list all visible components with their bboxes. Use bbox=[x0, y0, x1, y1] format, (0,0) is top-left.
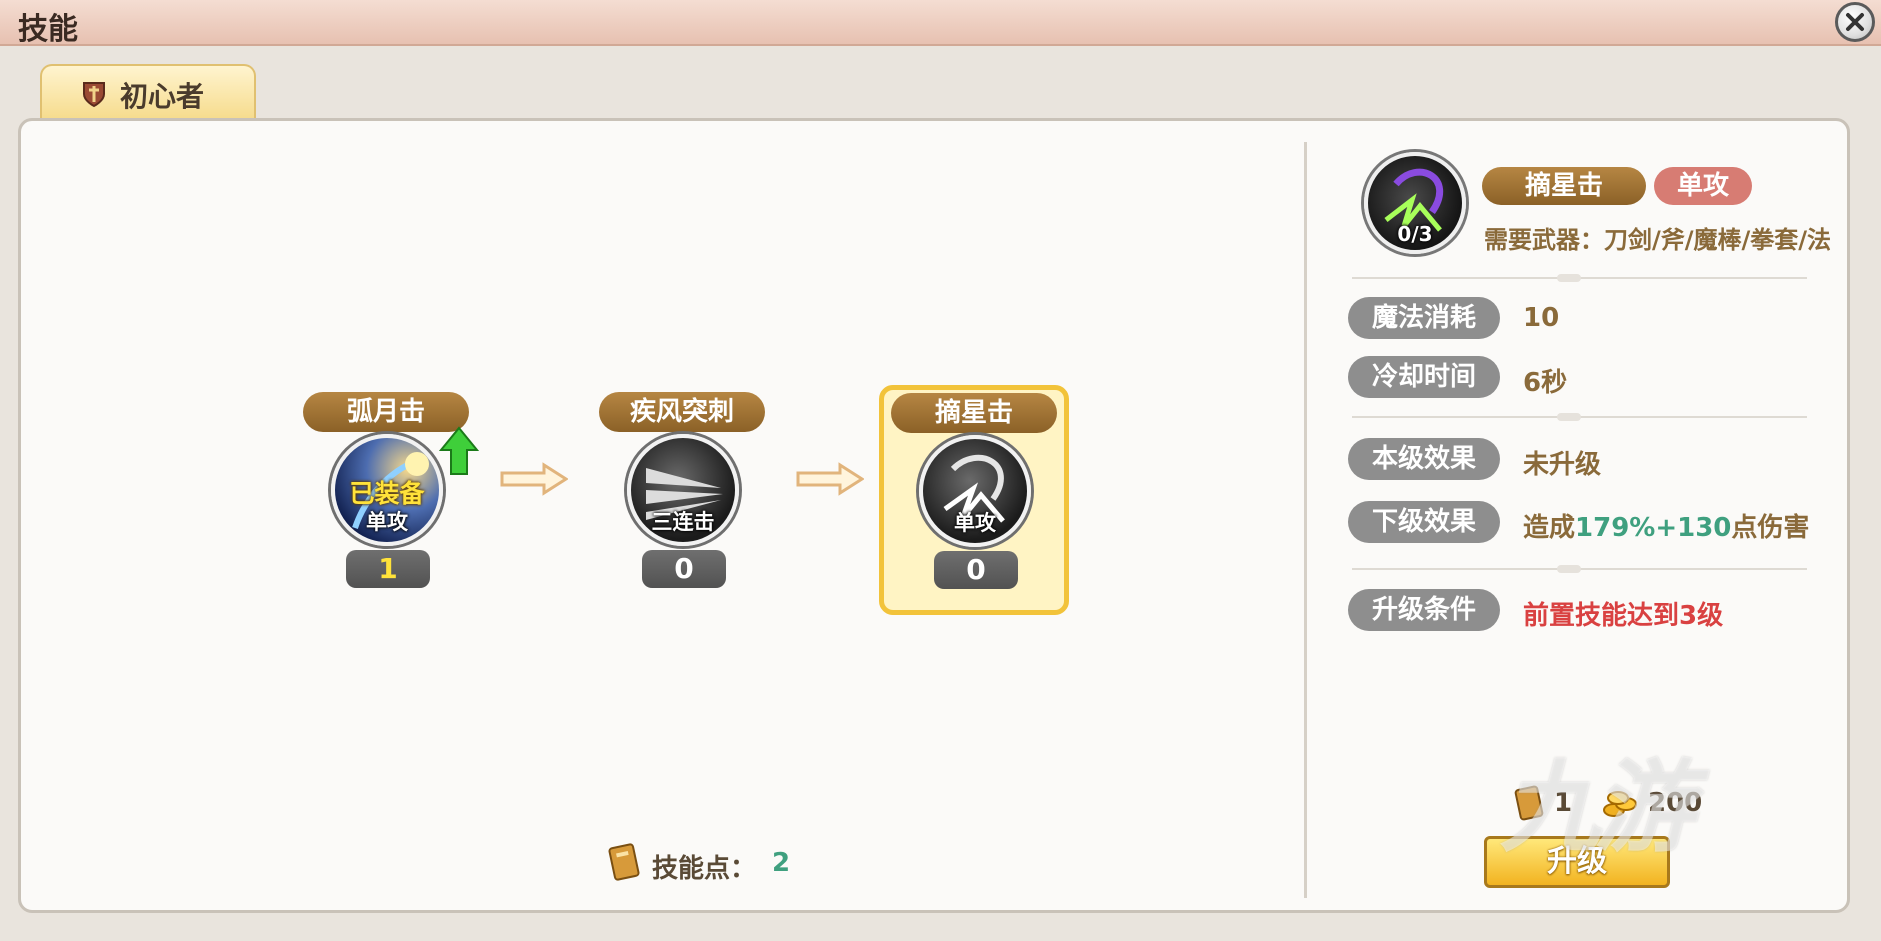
skill-points-label: 技能点： bbox=[652, 854, 757, 884]
skill-level-badge: 1 bbox=[346, 550, 430, 588]
watermark-logo: 九游 bbox=[1500, 749, 1694, 866]
skill-tag: 单攻 bbox=[366, 510, 408, 534]
mana-cost-label: 魔法消耗 bbox=[1348, 297, 1500, 339]
selected-skill-icon: 0/3 bbox=[1364, 152, 1466, 254]
next-effect-value: 造成179%+130点伤害 bbox=[1523, 507, 1809, 544]
skill-tag: 单攻 bbox=[954, 511, 996, 535]
selected-skill-type-badge: 单攻 bbox=[1654, 167, 1752, 205]
mana-cost-value: 10 bbox=[1523, 303, 1560, 333]
skill-tag: 三连击 bbox=[651, 510, 715, 534]
skill-node-gale-thrust[interactable]: 疾风突刺 三连击 0 bbox=[587, 384, 777, 614]
close-button[interactable] bbox=[1835, 2, 1875, 42]
skill-points-value: 2 bbox=[772, 848, 791, 878]
current-effect-label: 本级效果 bbox=[1348, 438, 1500, 480]
next-effect-label: 下级效果 bbox=[1348, 501, 1500, 543]
skill-name: 疾风突刺 bbox=[599, 392, 765, 432]
next-effect-suffix: 点伤害 bbox=[1731, 513, 1810, 543]
upgrade-available-arrow-icon bbox=[439, 426, 479, 475]
equipped-label: 已装备 bbox=[349, 479, 425, 508]
skill-node-arc-moon[interactable]: 弧月击 已装备 单攻 1 bbox=[291, 384, 481, 614]
skill-node-star-pick[interactable]: 摘星击 单攻 0 bbox=[879, 385, 1069, 615]
selected-skill-name: 摘星击 bbox=[1482, 167, 1646, 205]
cooldown-label: 冷却时间 bbox=[1348, 356, 1500, 398]
tab-novice[interactable]: 初心者 bbox=[40, 64, 256, 118]
skill-name: 摘星击 bbox=[891, 393, 1057, 433]
tree-arrow-icon bbox=[796, 462, 864, 496]
skill-book-icon bbox=[608, 843, 640, 881]
detail-separator bbox=[1352, 413, 1807, 421]
gale-thrust-skill-icon[interactable]: 三连击 bbox=[627, 434, 739, 546]
selected-skill-level: 0/3 bbox=[1397, 222, 1433, 246]
current-effect-value: 未升级 bbox=[1523, 450, 1602, 480]
window-title: 技能 bbox=[18, 12, 78, 47]
cooldown-value: 6秒 bbox=[1523, 368, 1568, 398]
close-icon bbox=[1846, 13, 1864, 31]
tree-arrow-icon bbox=[500, 462, 568, 496]
next-effect-prefix: 造成 bbox=[1523, 513, 1576, 543]
tab-label: 初心者 bbox=[120, 80, 205, 113]
upgrade-condition-label: 升级条件 bbox=[1348, 589, 1500, 631]
shield-icon bbox=[83, 82, 105, 108]
next-effect-number: 179%+130 bbox=[1575, 513, 1732, 543]
detail-separator bbox=[1352, 565, 1807, 573]
skill-level-badge: 0 bbox=[642, 550, 726, 588]
arc-moon-skill-icon[interactable]: 已装备 单攻 bbox=[331, 434, 443, 546]
weapon-requirement: 需要武器：刀剑/斧/魔棒/拳套/法 bbox=[1484, 226, 1832, 254]
upgrade-condition-value: 前置技能达到3级 bbox=[1523, 601, 1724, 631]
star-pick-skill-icon[interactable]: 单攻 bbox=[919, 435, 1031, 547]
skill-level-badge: 0 bbox=[934, 551, 1018, 589]
window-titlebar: 技能 bbox=[0, 0, 1881, 47]
panel-divider bbox=[1304, 142, 1307, 898]
detail-separator bbox=[1352, 274, 1807, 282]
